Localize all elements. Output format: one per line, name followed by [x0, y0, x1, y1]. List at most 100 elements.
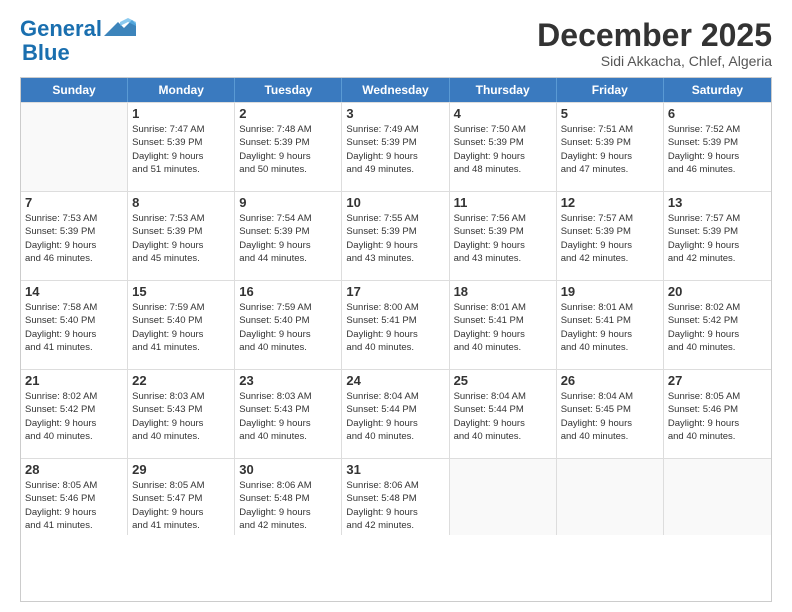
day-number: 28	[25, 462, 123, 477]
cell-line: and 40 minutes.	[239, 430, 337, 443]
cell-line: Sunrise: 7:59 AM	[239, 301, 337, 314]
cell-line: and 40 minutes.	[561, 430, 659, 443]
calendar-week-row: 1Sunrise: 7:47 AMSunset: 5:39 PMDaylight…	[21, 102, 771, 191]
calendar-cell: 12Sunrise: 7:57 AMSunset: 5:39 PMDayligh…	[557, 192, 664, 280]
title-block: December 2025 Sidi Akkacha, Chlef, Alger…	[537, 18, 772, 69]
logo-icon	[104, 18, 136, 38]
calendar-cell: 5Sunrise: 7:51 AMSunset: 5:39 PMDaylight…	[557, 103, 664, 191]
calendar-cell: 3Sunrise: 7:49 AMSunset: 5:39 PMDaylight…	[342, 103, 449, 191]
calendar-cell: 20 Sunrise: 8:02 AMSunset: 5:42 PMDayligh…	[664, 281, 771, 369]
cell-line: Daylight: 9 hours	[346, 417, 444, 430]
calendar-cell	[450, 459, 557, 535]
cell-line: Daylight: 9 hours	[132, 150, 230, 163]
day-number: 1	[132, 106, 230, 121]
cell-line: Sunset: 5:42 PM	[668, 314, 767, 327]
cell-line: and 45 minutes.	[132, 252, 230, 265]
calendar-cell: 4Sunrise: 7:50 AMSunset: 5:39 PMDaylight…	[450, 103, 557, 191]
cell-line: and 48 minutes.	[454, 163, 552, 176]
calendar-cell: 26Sunrise: 8:04 AMSunset: 5:45 PMDayligh…	[557, 370, 664, 458]
cell-line: Daylight: 9 hours	[132, 328, 230, 341]
cell-line: Daylight: 9 hours	[561, 150, 659, 163]
cell-line: Sunset: 5:48 PM	[346, 492, 444, 505]
day-number: 16	[239, 284, 337, 299]
calendar-cell: 6Sunrise: 7:52 AMSunset: 5:39 PMDaylight…	[664, 103, 771, 191]
cell-line: Daylight: 9 hours	[239, 150, 337, 163]
calendar-cell	[21, 103, 128, 191]
cell-line: Daylight: 9 hours	[25, 239, 123, 252]
cell-line: and 40 minutes.	[561, 341, 659, 354]
calendar-cell: 25Sunrise: 8:04 AMSunset: 5:44 PMDayligh…	[450, 370, 557, 458]
cell-line: and 43 minutes.	[346, 252, 444, 265]
day-number: 2	[239, 106, 337, 121]
calendar-cell: 21Sunrise: 8:02 AMSunset: 5:42 PMDayligh…	[21, 370, 128, 458]
calendar-cell	[664, 459, 771, 535]
logo-text: General	[20, 18, 102, 40]
cell-line: Sunset: 5:48 PM	[239, 492, 337, 505]
calendar-day-header: Saturday	[664, 78, 771, 102]
cell-line: and 41 minutes.	[132, 519, 230, 532]
cell-line: Sunrise: 7:58 AM	[25, 301, 123, 314]
cell-line: Daylight: 9 hours	[668, 417, 767, 430]
cell-line: Daylight: 9 hours	[25, 506, 123, 519]
cell-line: Sunset: 5:39 PM	[454, 225, 552, 238]
cell-line: Daylight: 9 hours	[561, 328, 659, 341]
cell-line: Sunrise: 7:53 AM	[132, 212, 230, 225]
logo-blue: Blue	[22, 40, 70, 65]
cell-line: Daylight: 9 hours	[561, 417, 659, 430]
cell-line: Daylight: 9 hours	[346, 150, 444, 163]
calendar-week-row: 14Sunrise: 7:58 AMSunset: 5:40 PMDayligh…	[21, 280, 771, 369]
cell-line: Daylight: 9 hours	[239, 417, 337, 430]
calendar-cell: 19Sunrise: 8:01 AMSunset: 5:41 PMDayligh…	[557, 281, 664, 369]
calendar-cell: 11Sunrise: 7:56 AMSunset: 5:39 PMDayligh…	[450, 192, 557, 280]
cell-line: Sunrise: 7:55 AM	[346, 212, 444, 225]
cell-line: and 40 minutes.	[239, 341, 337, 354]
calendar-cell: 16Sunrise: 7:59 AMSunset: 5:40 PMDayligh…	[235, 281, 342, 369]
day-number: 8	[132, 195, 230, 210]
day-number: 19	[561, 284, 659, 299]
cell-line: Sunrise: 8:02 AM	[668, 301, 767, 314]
cell-line: Sunrise: 8:01 AM	[454, 301, 552, 314]
cell-line: Daylight: 9 hours	[132, 417, 230, 430]
cell-line: Sunrise: 8:02 AM	[25, 390, 123, 403]
calendar-cell: 10Sunrise: 7:55 AMSunset: 5:39 PMDayligh…	[342, 192, 449, 280]
day-number: 27	[668, 373, 767, 388]
cell-line: Sunset: 5:39 PM	[561, 225, 659, 238]
cell-line: Daylight: 9 hours	[239, 239, 337, 252]
cell-line: and 40 minutes.	[25, 430, 123, 443]
day-number: 31	[346, 462, 444, 477]
calendar-cell: 28Sunrise: 8:05 AMSunset: 5:46 PMDayligh…	[21, 459, 128, 535]
cell-line: Sunset: 5:44 PM	[346, 403, 444, 416]
cell-line: Sunrise: 8:06 AM	[346, 479, 444, 492]
cell-line: Sunset: 5:39 PM	[132, 225, 230, 238]
cell-line: and 49 minutes.	[346, 163, 444, 176]
cell-line: Daylight: 9 hours	[132, 506, 230, 519]
day-number: 26	[561, 373, 659, 388]
cell-line: Sunset: 5:45 PM	[561, 403, 659, 416]
cell-line: Sunrise: 7:48 AM	[239, 123, 337, 136]
calendar-week-row: 28Sunrise: 8:05 AMSunset: 5:46 PMDayligh…	[21, 458, 771, 535]
day-number: 30	[239, 462, 337, 477]
logo: General Blue	[20, 18, 136, 66]
cell-line: Sunset: 5:41 PM	[346, 314, 444, 327]
calendar-cell: 14Sunrise: 7:58 AMSunset: 5:40 PMDayligh…	[21, 281, 128, 369]
cell-line: and 42 minutes.	[668, 252, 767, 265]
cell-line: Sunrise: 8:05 AM	[668, 390, 767, 403]
day-number: 4	[454, 106, 552, 121]
calendar-week-row: 21Sunrise: 8:02 AMSunset: 5:42 PMDayligh…	[21, 369, 771, 458]
cell-line: Sunset: 5:39 PM	[239, 136, 337, 149]
cell-line: Sunset: 5:39 PM	[346, 136, 444, 149]
day-number: 3	[346, 106, 444, 121]
cell-line: and 46 minutes.	[668, 163, 767, 176]
calendar-cell: 2 Sunrise: 7:48 AMSunset: 5:39 PMDaylight…	[235, 103, 342, 191]
header: General Blue December 2025 Sidi Akkacha,…	[20, 18, 772, 69]
day-number: 21	[25, 373, 123, 388]
cell-line: Daylight: 9 hours	[668, 328, 767, 341]
calendar-cell: 8Sunrise: 7:53 AMSunset: 5:39 PMDaylight…	[128, 192, 235, 280]
calendar-cell: 22Sunrise: 8:03 AMSunset: 5:43 PMDayligh…	[128, 370, 235, 458]
logo-general: General	[20, 16, 102, 41]
cell-line: and 40 minutes.	[454, 430, 552, 443]
cell-line: Sunrise: 8:00 AM	[346, 301, 444, 314]
day-number: 20	[668, 284, 767, 299]
cell-line: Sunset: 5:46 PM	[668, 403, 767, 416]
cell-line: and 43 minutes.	[454, 252, 552, 265]
